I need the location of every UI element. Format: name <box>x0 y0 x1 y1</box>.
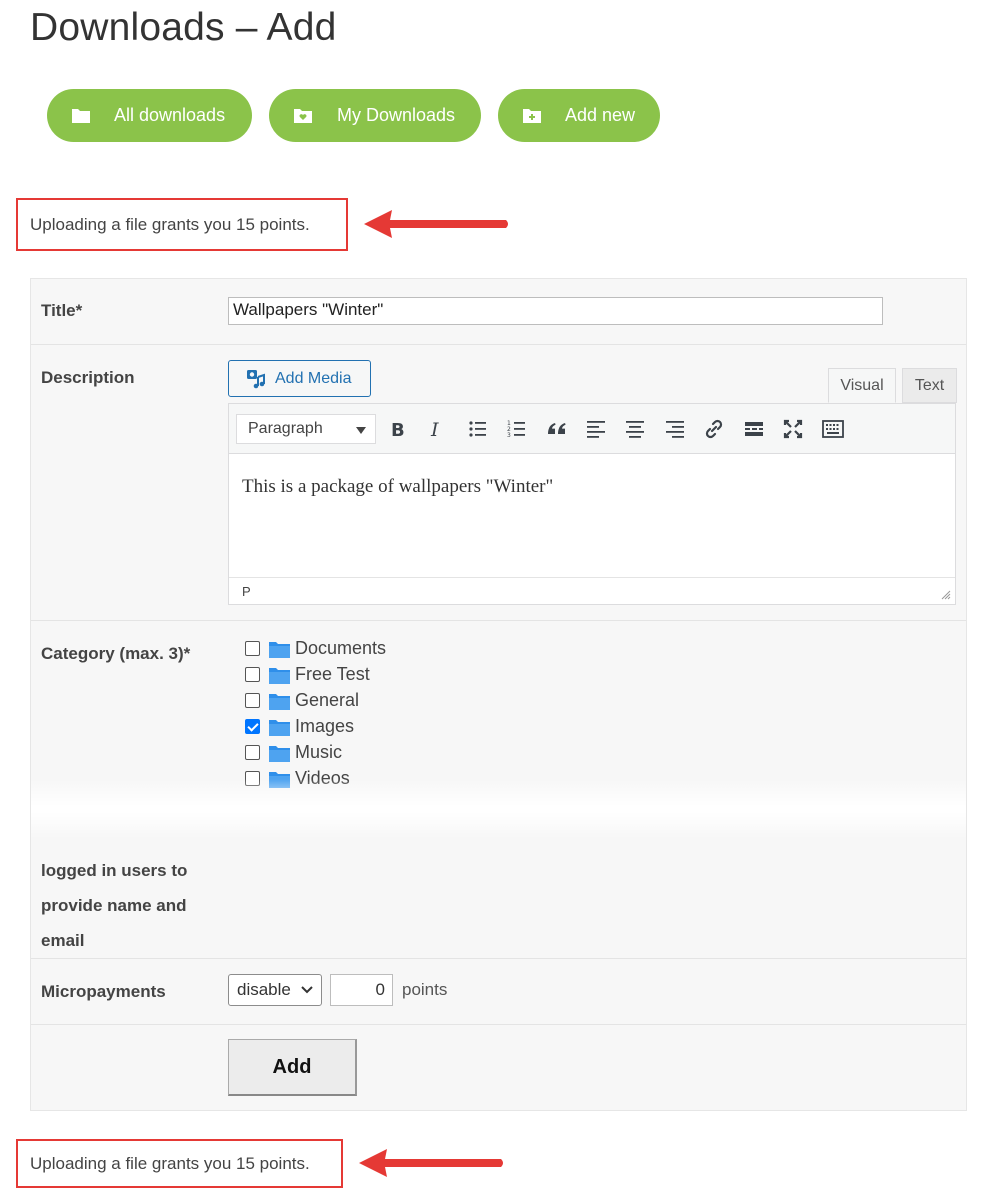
italic-icon[interactable]: I <box>425 417 449 441</box>
bullet-list-icon[interactable] <box>466 417 490 441</box>
category-name: Images <box>295 716 355 736</box>
all-downloads-button[interactable]: All downloads <box>47 89 252 142</box>
title-input[interactable]: Wallpapers "Winter" <box>228 297 883 325</box>
title-label: Title* <box>41 301 83 320</box>
points-notice-text: Uploading a file grants you 15 points. <box>30 214 310 234</box>
points-input-value: 0 <box>375 980 385 999</box>
category-item-music[interactable]: Music <box>245 742 415 768</box>
category-checkbox[interactable] <box>245 745 260 760</box>
add-button[interactable]: Add <box>228 1039 357 1096</box>
my-downloads-label: My Downloads <box>337 105 456 125</box>
category-item-images[interactable]: Images <box>245 716 415 742</box>
micropayments-label: Micropayments <box>41 982 166 1001</box>
micropayments-select-value: disable <box>237 980 291 999</box>
folder-icon <box>269 720 290 736</box>
add-media-label: Add Media <box>275 370 352 387</box>
align-left-icon[interactable] <box>584 417 608 441</box>
folder-icon <box>269 668 290 684</box>
read-more-icon[interactable] <box>742 417 766 441</box>
points-unit-label: points <box>402 980 448 999</box>
add-media-button[interactable]: Add Media <box>228 360 371 397</box>
editor-toolbar: Paragraph B I 123 <box>229 404 955 454</box>
link-icon[interactable] <box>702 417 726 441</box>
category-item-free-test[interactable]: Free Test <box>245 664 415 690</box>
align-center-icon[interactable] <box>623 417 647 441</box>
points-notice-top: Uploading a file grants you 15 points. <box>16 198 348 251</box>
category-checkbox[interactable] <box>245 641 260 656</box>
category-item-documents[interactable]: Documents <box>245 638 415 664</box>
title-row: Title* Wallpapers "Winter" <box>31 279 966 345</box>
numbered-list-icon[interactable]: 123 <box>505 417 529 441</box>
tab-visual[interactable]: Visual <box>828 368 896 403</box>
media-icon <box>247 370 265 389</box>
folder-plus-icon <box>523 109 541 123</box>
category-item-general[interactable]: General <box>245 690 415 716</box>
category-checkbox[interactable] <box>245 693 260 708</box>
add-new-button[interactable]: Add new <box>498 89 660 142</box>
element-path[interactable]: P <box>242 584 251 599</box>
arrow-icon <box>359 1149 503 1177</box>
category-label: Category (max. 3)* <box>41 644 191 663</box>
folder-icon <box>269 746 290 762</box>
svg-text:I: I <box>430 419 439 441</box>
toolbar-toggle-icon[interactable] <box>821 417 845 441</box>
resize-handle-icon[interactable] <box>941 590 951 600</box>
category-checkbox-checked[interactable] <box>245 719 260 734</box>
page-title: Downloads – Add <box>30 6 337 49</box>
tab-text[interactable]: Text <box>902 368 957 403</box>
folder-heart-icon <box>294 109 312 123</box>
micropayments-select[interactable]: disable <box>228 974 322 1006</box>
format-select-value: Paragraph <box>248 420 323 437</box>
caret-down-icon <box>356 427 366 434</box>
my-downloads-button[interactable]: My Downloads <box>269 89 481 142</box>
editor-status-bar: P <box>229 577 955 604</box>
editor-content[interactable]: This is a package of wallpapers "Winter" <box>242 476 553 498</box>
svg-text:3: 3 <box>507 432 511 439</box>
description-editor: Paragraph B I 123 This is a package of w… <box>228 403 956 605</box>
svg-text:B: B <box>391 420 405 441</box>
micropayments-row: Micropayments <box>31 959 966 1025</box>
category-name: Music <box>295 742 343 762</box>
description-label: Description <box>41 368 135 387</box>
arrow-icon <box>364 210 508 238</box>
folder-icon <box>269 694 290 710</box>
folder-icon <box>72 109 90 123</box>
fullscreen-icon[interactable] <box>781 417 805 441</box>
points-notice-bottom: Uploading a file grants you 15 points. <box>16 1139 343 1188</box>
points-input[interactable]: 0 <box>330 974 393 1006</box>
screenshot-fade <box>31 779 966 839</box>
folder-icon <box>269 642 290 658</box>
add-new-label: Add new <box>565 105 636 125</box>
category-checkbox[interactable] <box>245 667 260 682</box>
blockquote-icon[interactable] <box>545 417 569 441</box>
category-name: Free Test <box>295 664 370 684</box>
bold-icon[interactable]: B <box>386 417 410 441</box>
logged-in-users-label: logged in users to provide name and emai… <box>41 861 188 950</box>
add-download-form: Title* Wallpapers "Winter" Description A… <box>30 278 967 1111</box>
format-select[interactable]: Paragraph <box>236 414 376 444</box>
all-downloads-label: All downloads <box>114 105 226 125</box>
category-name: General <box>295 690 360 710</box>
category-name: Documents <box>295 638 387 658</box>
align-right-icon[interactable] <box>663 417 687 441</box>
points-notice-text: Uploading a file grants you 15 points. <box>30 1153 310 1173</box>
chevron-down-icon <box>301 986 313 994</box>
